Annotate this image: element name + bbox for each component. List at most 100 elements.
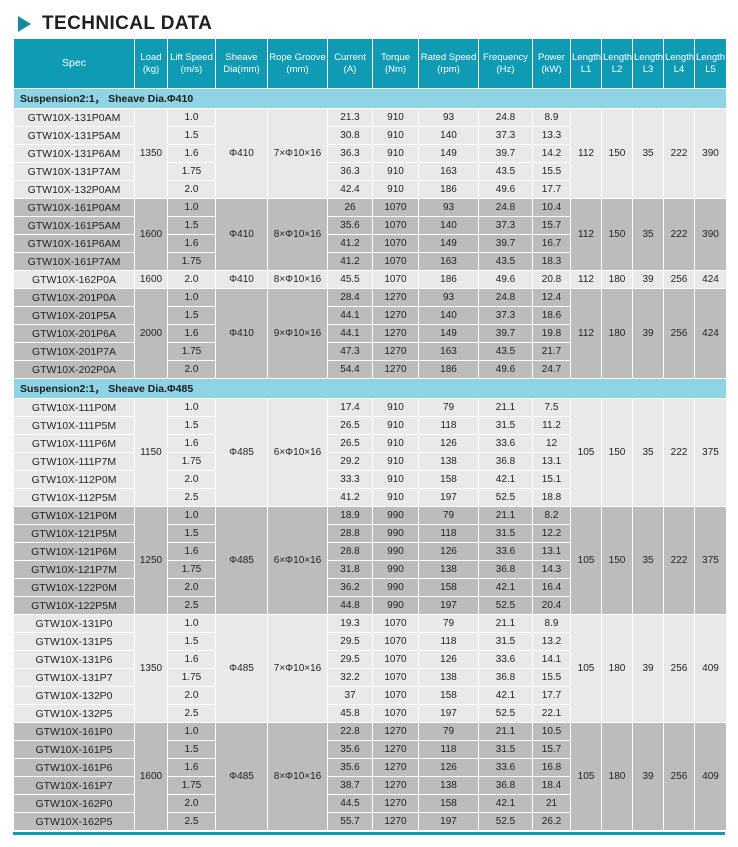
table-header-row: Spec Load (kg) Lift Speed (m/s) Sheave Dia(mm)…: [14, 39, 726, 88]
cell-torque: 1270: [373, 777, 418, 794]
cell-spec: GTW10X-201P5A: [14, 307, 134, 324]
cell-current: 28.4: [328, 289, 372, 306]
cell-lift-speed: 1.6: [168, 543, 215, 560]
cell-frequency: 24.8: [479, 289, 532, 306]
cell-torque: 1270: [373, 813, 418, 830]
cell-spec: GTW10X-121P5M: [14, 525, 134, 542]
cell-frequency: 43.5: [479, 163, 532, 180]
column-header-label: Load: [140, 51, 162, 63]
cell-spec: GTW10X-111P6M: [14, 435, 134, 452]
cell-torque: 910: [373, 453, 418, 470]
cell-current: 35.6: [328, 759, 372, 776]
cell-length-l5: 424: [695, 289, 726, 378]
column-header-unit: L5: [705, 63, 716, 75]
cell-rated-speed: 149: [419, 325, 478, 342]
cell-rated-speed: 138: [419, 669, 478, 686]
cell-length-l3: 39: [633, 615, 663, 722]
cell-length-l5: 375: [695, 507, 726, 614]
cell-spec: GTW10X-201P0A: [14, 289, 134, 306]
cell-lift-speed: 1.75: [168, 253, 215, 270]
cell-rated-speed: 186: [419, 181, 478, 198]
cell-rated-speed: 163: [419, 253, 478, 270]
cell-length-l3: 35: [633, 109, 663, 198]
column-header-unit: (mm): [286, 63, 309, 75]
cell-lift-speed: 1.5: [168, 417, 215, 434]
cell-torque: 1270: [373, 759, 418, 776]
cell-frequency: 33.6: [479, 759, 532, 776]
column-header-unit: L3: [642, 63, 654, 75]
cell-frequency: 39.7: [479, 325, 532, 342]
cell-torque: 990: [373, 561, 418, 578]
cell-power: 15.5: [533, 163, 570, 180]
cell-torque: 1270: [373, 361, 418, 378]
cell-length-l1: 112: [571, 109, 601, 198]
column-header-frequency-hz: Frequency (Hz): [479, 39, 532, 88]
cell-sheave-dia: Φ485: [216, 507, 267, 614]
cell-length-l3: 39: [633, 723, 663, 830]
column-header-label: Length: [696, 51, 726, 63]
cell-rated-speed: 126: [419, 651, 478, 668]
cell-spec: GTW10X-112P0M: [14, 471, 134, 488]
cell-frequency: 42.1: [479, 795, 532, 812]
cell-power: 13.2: [533, 633, 570, 650]
column-header-spec: Spec: [14, 39, 134, 88]
cell-rated-speed: 149: [419, 145, 478, 162]
cell-power: 20.4: [533, 597, 570, 614]
cell-torque: 1070: [373, 253, 418, 270]
cell-current: 33.3: [328, 471, 372, 488]
cell-current: 38.7: [328, 777, 372, 794]
cell-rope-groove: 8×Φ10×16: [268, 199, 327, 270]
cell-power: 14.3: [533, 561, 570, 578]
cell-power: 21: [533, 795, 570, 812]
column-header-torque-nm: Torque (Nm): [373, 39, 418, 88]
cell-lift-speed: 2.0: [168, 361, 215, 378]
cell-spec: GTW10X-111P5M: [14, 417, 134, 434]
column-header-label: Length: [603, 51, 633, 63]
cell-frequency: 49.6: [479, 361, 532, 378]
cell-power: 21.7: [533, 343, 570, 360]
cell-power: 13.1: [533, 453, 570, 470]
cell-length-l4: 256: [664, 289, 694, 378]
cell-lift-speed: 1.6: [168, 325, 215, 342]
cell-frequency: 52.5: [479, 597, 532, 614]
cell-current: 21.3: [328, 109, 372, 126]
cell-torque: 990: [373, 579, 418, 596]
cell-frequency: 37.3: [479, 127, 532, 144]
column-header-length-l3: Length L3: [633, 39, 663, 88]
cell-torque: 910: [373, 109, 418, 126]
cell-frequency: 43.5: [479, 343, 532, 360]
cell-sheave-dia: Φ485: [216, 615, 267, 722]
column-header-label: Length: [634, 51, 664, 63]
cell-sheave-dia: Φ410: [216, 199, 267, 270]
cell-spec: GTW10X-161P0: [14, 723, 134, 740]
cell-spec: GTW10X-131P6: [14, 651, 134, 668]
cell-lift-speed: 2.0: [168, 579, 215, 596]
column-header-unit: (Hz): [496, 63, 515, 75]
column-header-label: Power: [538, 51, 565, 63]
cell-spec: GTW10X-121P7M: [14, 561, 134, 578]
cell-frequency: 21.1: [479, 399, 532, 416]
cell-length-l5: 409: [695, 615, 726, 722]
cell-current: 47.3: [328, 343, 372, 360]
cell-lift-speed: 1.5: [168, 217, 215, 234]
table-row: GTW10X-131P0AM 1350 1.0 Φ410 7×Φ10×16 21.3 910…: [14, 109, 726, 198]
cell-spec: GTW10X-131P7AM: [14, 163, 134, 180]
cell-torque: 1070: [373, 199, 418, 216]
cell-lift-speed: 1.75: [168, 343, 215, 360]
cell-power: 7.5: [533, 399, 570, 416]
cell-current: 35.6: [328, 217, 372, 234]
cell-spec: GTW10X-161P7AM: [14, 253, 134, 270]
cell-spec: GTW10X-161P6: [14, 759, 134, 776]
cell-load: 1600: [135, 199, 167, 270]
column-header-label: Frequency: [483, 51, 528, 63]
column-header-rope-groove-mm: Rope Groove (mm): [268, 39, 327, 88]
cell-lift-speed: 1.0: [168, 507, 215, 524]
cell-lift-speed: 2.0: [168, 795, 215, 812]
cell-rope-groove: 8×Φ10×16: [268, 723, 327, 830]
cell-rated-speed: 118: [419, 525, 478, 542]
cell-rated-speed: 158: [419, 579, 478, 596]
column-header-label: Sheave: [225, 51, 258, 63]
column-header-rated-speed-rpm: Rated Speed (rpm): [419, 39, 478, 88]
cell-frequency: 24.8: [479, 109, 532, 126]
cell-power: 20.8: [533, 271, 570, 288]
